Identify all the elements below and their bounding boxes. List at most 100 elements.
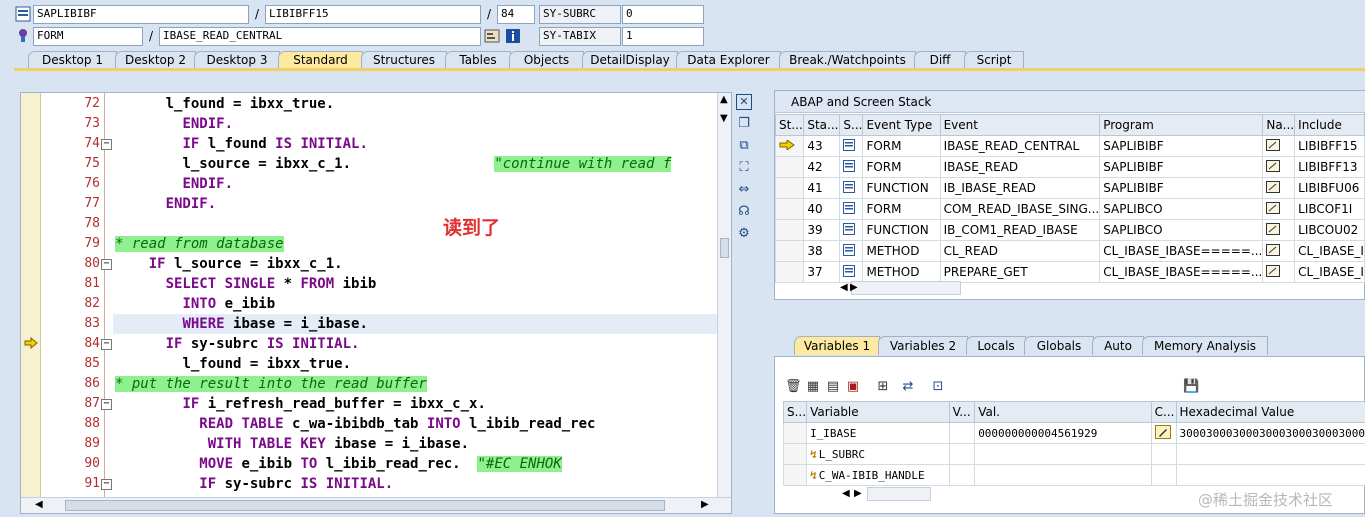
table-row[interactable]: 40 FORM COM_READ_IBASE_SING... SAPLIBCO LIBC… xyxy=(774,198,1365,220)
table-save-icon[interactable]: ▣ xyxy=(845,379,861,395)
new-window-icon[interactable]: ❐ xyxy=(736,116,752,132)
info-icon[interactable] xyxy=(505,28,521,44)
col-header[interactable]: Variable xyxy=(806,401,950,423)
hierarchy-icon[interactable]: ⊞ xyxy=(875,379,891,395)
subrc-value[interactable]: 0 xyxy=(622,5,704,24)
change-cell[interactable] xyxy=(1150,464,1177,486)
editor-horizontal-scrollbar[interactable]: ◀ ▶ xyxy=(21,497,731,513)
scroll-left-icon[interactable]: ◀ xyxy=(840,282,848,294)
tab-variables-1[interactable]: Variables 1 xyxy=(794,336,880,355)
table-row[interactable]: ↯ C_WA-IBIB_HANDLE xyxy=(782,464,1365,486)
col-header[interactable]: Hexadecimal Value xyxy=(1175,401,1365,423)
col-header[interactable]: Program xyxy=(1099,114,1264,136)
tools-icon[interactable]: ⚙ xyxy=(736,226,752,242)
tabix-value[interactable]: 1 xyxy=(622,27,704,46)
navigate-cell[interactable] xyxy=(1262,219,1296,241)
editor-vertical-scrollbar[interactable]: ▲ ▼ xyxy=(717,93,731,501)
change-cell[interactable] xyxy=(1150,422,1177,444)
table-row[interactable]: 42 FORM IBASE_READ SAPLIBIBF LIBIBFF13 xyxy=(774,156,1365,178)
row-selector[interactable] xyxy=(782,443,808,465)
close-icon[interactable]: ✕ xyxy=(736,94,752,110)
tab-diff[interactable]: Diff xyxy=(914,51,966,69)
navigate-cell[interactable] xyxy=(1262,135,1296,157)
folder-icon[interactable]: ⊡ xyxy=(930,379,946,395)
source-code-editor[interactable]: 72 73 74 75 76 77 78 79 80 81 82 83 84 85 86 87 88 89 90 91… xyxy=(20,92,732,514)
tab-objects[interactable]: Objects xyxy=(509,51,584,69)
navigate-cell[interactable] xyxy=(1262,261,1296,283)
navigate-cell[interactable] xyxy=(1262,240,1296,262)
variable-name-cell[interactable]: ↯ L_SUBRC xyxy=(806,443,950,465)
tab-tables[interactable]: Tables xyxy=(445,51,511,69)
scroll-left-icon[interactable]: ◀ xyxy=(35,499,43,511)
col-header[interactable]: Event Type xyxy=(862,114,941,136)
navigate-icon[interactable]: ⇄ xyxy=(900,379,916,395)
include-field[interactable]: LIBIBFF15 xyxy=(265,5,481,24)
table-row[interactable]: I_IBASE 000000000004561929 300030003000300… xyxy=(782,422,1365,444)
col-header[interactable]: Include xyxy=(1294,114,1365,136)
scroll-right-icon[interactable]: ▶ xyxy=(854,488,862,500)
col-header[interactable]: Sta... xyxy=(803,114,841,136)
fold-toggle-icon[interactable]: − xyxy=(101,139,112,150)
col-header[interactable]: S... xyxy=(839,114,864,136)
fold-toggle-icon[interactable]: − xyxy=(101,479,112,490)
table-row[interactable]: 41 FUNCTION IB_IBASE_READ SAPLIBIBF LIBIBFU0… xyxy=(774,177,1365,199)
headset-icon[interactable]: ☊ xyxy=(736,204,752,220)
save-icon[interactable]: 💾 xyxy=(1183,379,1199,395)
table-row[interactable]: 37 METHOD PREPARE_GET CL_IBASE_IBASE=====..… xyxy=(774,261,1365,283)
tab-script[interactable]: Script xyxy=(964,51,1024,69)
tab-structures[interactable]: Structures xyxy=(361,51,447,69)
source-icon[interactable] xyxy=(484,28,500,44)
program-field[interactable]: SAPLIBIBF xyxy=(33,5,249,24)
tab-detail-display[interactable]: DetailDisplay xyxy=(582,51,678,69)
tab-auto[interactable]: Auto xyxy=(1092,336,1144,355)
event-type-field[interactable]: FORM xyxy=(33,27,143,46)
fold-toggle-icon[interactable]: − xyxy=(101,259,112,270)
tab-locals[interactable]: Locals xyxy=(966,336,1026,355)
row-selector[interactable] xyxy=(782,464,808,486)
table-row[interactable]: 38 METHOD CL_READ CL_IBASE_IBASE=====... CL_… xyxy=(774,240,1365,262)
scroll-thumb[interactable] xyxy=(65,500,665,511)
navigate-cell[interactable] xyxy=(1262,156,1296,178)
table-row[interactable]: ↯ L_SUBRC xyxy=(782,443,1365,465)
variable-value[interactable] xyxy=(974,443,1152,465)
scroll-up-icon[interactable]: ▲ xyxy=(720,94,728,106)
tab-globals[interactable]: Globals xyxy=(1024,336,1094,355)
tab-data-explorer[interactable]: Data Explorer xyxy=(676,51,781,69)
col-header[interactable]: S... xyxy=(782,401,808,423)
variable-name-cell[interactable]: I_IBASE xyxy=(806,422,950,444)
tab-memory-analysis[interactable]: Memory Analysis xyxy=(1142,336,1268,355)
table-row[interactable]: 43 FORM IBASE_READ_CENTRAL SAPLIBIBF LIBIBFF… xyxy=(774,135,1365,157)
swap-icon[interactable]: ⇔ xyxy=(736,182,752,198)
fullscreen-icon[interactable]: ⛶ xyxy=(736,160,752,176)
col-header[interactable]: C... xyxy=(1150,401,1177,423)
line-number-field[interactable]: 84 xyxy=(497,5,535,24)
copy-icon[interactable]: ⧉ xyxy=(736,138,752,154)
event-name-field[interactable]: IBASE_READ_CENTRAL xyxy=(159,27,481,46)
col-header[interactable]: St... xyxy=(774,114,805,136)
table-row[interactable]: 39 FUNCTION IB_COM1_READ_IBASE SAPLIBCO LIBC… xyxy=(774,219,1365,241)
scroll-thumb[interactable] xyxy=(720,238,729,258)
table-icon[interactable]: ▦ xyxy=(805,379,821,395)
variable-name-cell[interactable]: ↯ C_WA-IBIB_HANDLE xyxy=(806,464,950,486)
scroll-left-icon[interactable]: ◀ xyxy=(842,488,850,500)
fold-toggle-icon[interactable]: − xyxy=(101,399,112,410)
col-header[interactable]: Na... xyxy=(1262,114,1296,136)
tab-desktop-3[interactable]: Desktop 3 xyxy=(194,51,280,69)
col-header[interactable]: V... xyxy=(948,401,976,423)
scroll-right-icon[interactable]: ▶ xyxy=(701,499,709,511)
tab-variables-2[interactable]: Variables 2 xyxy=(878,336,968,355)
delete-icon[interactable]: 🗑 xyxy=(785,379,802,395)
tab-desktop-2[interactable]: Desktop 2 xyxy=(115,51,196,69)
col-header[interactable]: Val. xyxy=(974,401,1152,423)
stack-horizontal-scrollbar[interactable]: ◀ ▶ xyxy=(840,281,961,295)
tab-desktop-1[interactable]: Desktop 1 xyxy=(28,51,117,69)
breakpoint-gutter[interactable] xyxy=(21,93,41,503)
variables-horizontal-scrollbar[interactable]: ◀ ▶ xyxy=(842,487,931,501)
row-selector[interactable] xyxy=(782,422,808,444)
tab-standard[interactable]: Standard xyxy=(278,51,363,69)
tab-breakpoints[interactable]: Break./Watchpoints xyxy=(779,51,916,69)
col-header[interactable]: Event xyxy=(939,114,1101,136)
table-add-icon[interactable]: ▤ xyxy=(825,379,841,395)
edit-pencil-icon[interactable] xyxy=(1154,424,1171,439)
change-cell[interactable] xyxy=(1150,443,1177,465)
